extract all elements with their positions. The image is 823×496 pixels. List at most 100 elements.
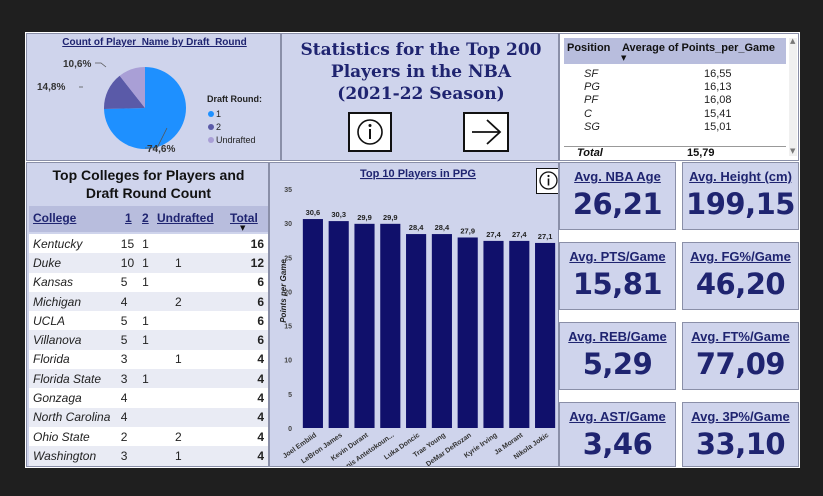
kpi-fg-label: Avg. FG%/Game xyxy=(690,249,791,264)
kpi-height: Avg. Height (cm) 199,15 xyxy=(682,162,799,230)
pie-legend-label-2: 2 xyxy=(216,122,221,132)
chart-info-button[interactable] xyxy=(536,168,558,194)
round-2-cell xyxy=(138,426,155,447)
bar[interactable] xyxy=(457,237,478,428)
position-total-value: 15,79 xyxy=(687,147,715,159)
table-row[interactable]: Kansas 5 1 6 xyxy=(29,272,268,292)
bar[interactable] xyxy=(509,240,530,428)
bar[interactable] xyxy=(406,234,427,428)
total-cell: 6 xyxy=(227,311,268,331)
college-cell: Florida State xyxy=(29,369,117,389)
pie-legend-item-undrafted[interactable]: Undrafted xyxy=(208,135,256,145)
scroll-up-icon[interactable]: ▲ xyxy=(790,37,795,45)
undrafted-cell xyxy=(154,407,228,427)
kpi-ast: Avg. AST/Game 3,46 xyxy=(559,402,676,467)
avg-points-header[interactable]: Average of Points_per_Game xyxy=(622,42,775,54)
bar-value-label: 28,4 xyxy=(409,223,424,232)
round-2-header[interactable]: 2 xyxy=(142,211,149,225)
ppg-chart-panel: Top 10 Players in PPG Points per Game 05… xyxy=(269,162,559,467)
table-row[interactable]: PG 16,13 xyxy=(564,80,786,93)
college-header[interactable]: College xyxy=(33,211,76,225)
position-cell: SF xyxy=(584,67,599,80)
pie-panel: Count of Player_Name by Draft_Round 74,6… xyxy=(26,33,281,161)
round-1-cell: 4 xyxy=(116,388,139,408)
avg-points-cell: 16,08 xyxy=(704,94,732,107)
table-row[interactable]: UCLA 5 1 6 xyxy=(29,311,268,331)
table-row[interactable]: Florida 3 1 4 xyxy=(29,349,268,370)
avg-points-cell: 16,55 xyxy=(704,67,732,80)
total-cell: 6 xyxy=(227,272,268,292)
pie-chart: 74,6% 14,8% 10,6% Draft Round: 1 2 Undra… xyxy=(37,59,262,155)
undrafted-cell: 2 xyxy=(154,291,228,312)
undrafted-cell: 1 xyxy=(154,446,228,466)
ppg-chart-title: Top 10 Players in PPG xyxy=(360,168,476,180)
bar[interactable] xyxy=(535,242,556,428)
kpi-3p-value: 33,10 xyxy=(695,427,786,461)
pie-legend-item-1[interactable]: 1 xyxy=(208,109,221,119)
position-header[interactable]: Position xyxy=(567,42,610,54)
pie-legend-item-2[interactable]: 2 xyxy=(208,122,221,132)
table-row[interactable]: Florida State 3 1 4 xyxy=(29,369,268,389)
bar[interactable] xyxy=(354,223,375,428)
table-row[interactable]: North Carolina 4 4 xyxy=(29,407,268,427)
ppg-bar-chart: Top 10 Players in PPG Points per Game 05… xyxy=(279,168,556,466)
table-row[interactable]: Villanova 5 1 6 xyxy=(29,330,268,350)
bar[interactable] xyxy=(483,240,504,428)
undrafted-cell xyxy=(154,369,228,389)
college-cell: Villanova xyxy=(29,330,117,350)
round-2-cell xyxy=(138,446,155,466)
round-2-cell: 1 xyxy=(138,369,155,389)
kpi-reb: Avg. REB/Game 5,29 xyxy=(559,322,676,390)
y-tick-label: 30 xyxy=(284,221,292,228)
colleges-title-line-2: Draft Round Count xyxy=(85,185,212,201)
bar-value-label: 28,4 xyxy=(435,223,450,232)
next-page-button[interactable] xyxy=(463,112,509,152)
table-row[interactable]: Gonzaga 4 4 xyxy=(29,388,268,408)
scroll-down-icon[interactable]: ▼ xyxy=(790,147,795,155)
bar-value-label: 29,9 xyxy=(383,213,398,222)
round-1-cell: 15 xyxy=(116,234,139,254)
table-row[interactable]: C 15,41 xyxy=(564,107,786,120)
kpi-3p-label: Avg. 3P%/Game xyxy=(691,409,790,424)
undrafted-header[interactable]: Undrafted xyxy=(157,211,214,225)
bar-value-label: 30,6 xyxy=(306,208,321,217)
total-cell: 4 xyxy=(227,446,268,466)
bar[interactable] xyxy=(380,223,401,428)
sort-desc-icon[interactable]: ▼ xyxy=(240,224,245,232)
table-row[interactable]: SF 16,55 xyxy=(564,67,786,80)
table-row[interactable]: Ohio State 2 2 4 xyxy=(29,426,268,447)
round-2-cell: 1 xyxy=(138,253,155,273)
dashboard-title-line-1: Statistics for the Top 200 xyxy=(300,40,542,60)
undrafted-cell xyxy=(154,311,228,331)
kpi-pts-label: Avg. PTS/Game xyxy=(569,249,666,264)
table-row[interactable]: Michigan 4 2 6 xyxy=(29,291,268,312)
total-header[interactable]: Total xyxy=(230,211,258,225)
college-cell: Kentucky xyxy=(29,234,117,254)
table-row[interactable]: Duke 10 1 1 12 xyxy=(29,253,268,273)
round-1-cell: 10 xyxy=(116,253,139,273)
college-cell: Florida xyxy=(29,349,117,370)
round-2-cell xyxy=(138,407,155,427)
bar-value-label: 27,1 xyxy=(538,232,553,241)
y-tick-label: 15 xyxy=(284,324,292,331)
sort-desc-icon[interactable]: ▼ xyxy=(621,54,626,62)
table-row[interactable]: SG 15,01 xyxy=(564,121,786,134)
round-1-header[interactable]: 1 xyxy=(125,211,132,225)
bar[interactable] xyxy=(302,219,323,428)
position-table-scrollbar[interactable]: ▲ ▼ xyxy=(789,37,797,156)
kpi-nba-age-label: Avg. NBA Age xyxy=(574,169,661,184)
round-1-cell: 3 xyxy=(116,369,139,389)
arrow-right-icon xyxy=(472,119,502,145)
round-1-cell: 5 xyxy=(116,330,139,350)
round-1-cell: 5 xyxy=(116,272,139,292)
bar[interactable] xyxy=(431,234,452,428)
table-row[interactable]: Washington 3 1 4 xyxy=(29,446,268,466)
y-tick-label: 0 xyxy=(288,426,292,433)
college-cell: UCLA xyxy=(29,311,117,331)
table-row[interactable]: Kentucky 15 1 16 xyxy=(29,234,268,254)
bar[interactable] xyxy=(328,221,349,428)
avg-points-cell: 15,01 xyxy=(704,121,732,134)
table-row[interactable]: PF 16,08 xyxy=(564,94,786,107)
position-total-label: Total xyxy=(577,147,603,159)
info-button[interactable] xyxy=(348,112,392,152)
